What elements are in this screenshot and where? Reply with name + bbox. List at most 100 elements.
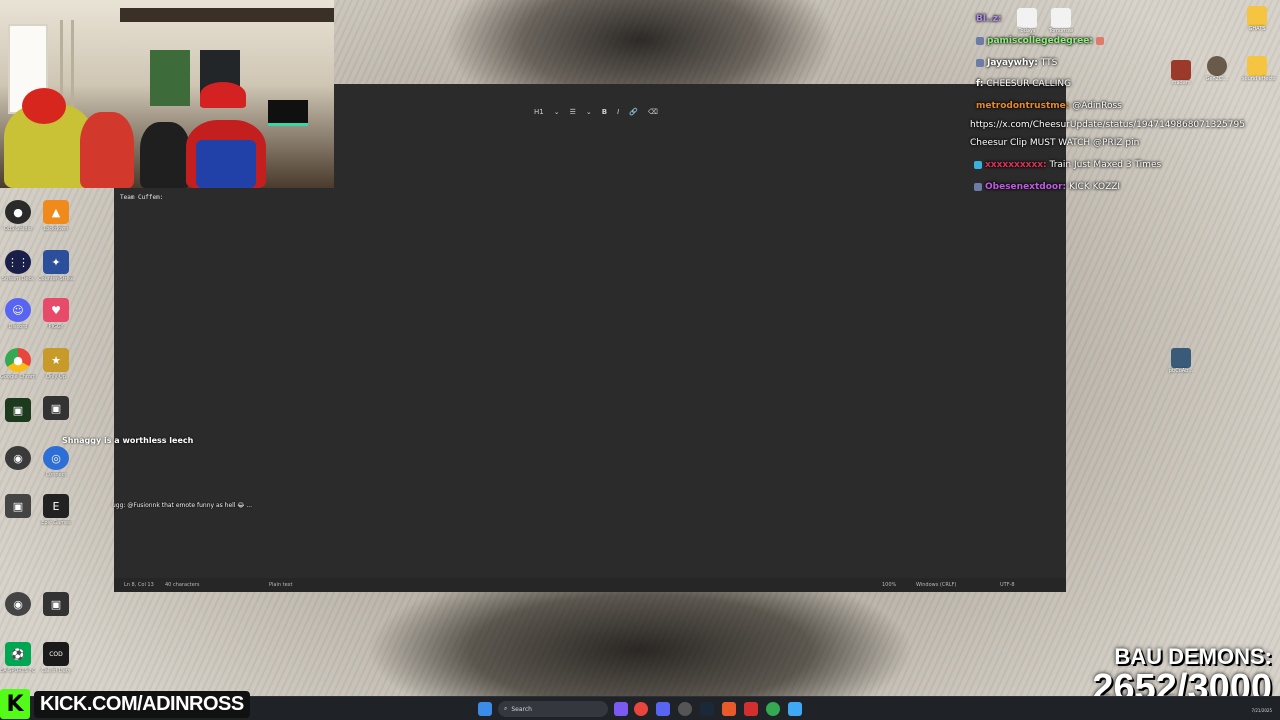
browser-icon[interactable] <box>766 702 780 716</box>
chat-link[interactable]: https://x.com/CheesurUpdate/status/19471… <box>970 120 1245 130</box>
file-icon <box>1051 8 1071 28</box>
chrome-icon: ● <box>5 348 31 372</box>
chevron-down-icon: ⌄ <box>553 108 560 116</box>
desktop-icon-app[interactable]: ◉ <box>0 592 36 616</box>
app-icon: ▣ <box>43 396 69 420</box>
notepad-toolbar: H1 ⌄ ☰ ⌄ B I 🔗 ⌫ <box>334 104 1066 188</box>
desktop-icon-todays[interactable]: Todays <box>1012 8 1042 34</box>
desktop-icon-piggy[interactable]: ♥ PIGGY <box>38 298 74 330</box>
notepad-status-bar: Ln 8, Col 13 40 characters Plain text 10… <box>114 578 1066 592</box>
desktop-icon-tomorrow[interactable]: Tomorrow <box>1046 8 1076 34</box>
desktop-icon-epic[interactable]: E Epic Games <box>38 494 74 526</box>
folder-icon <box>1247 6 1267 26</box>
app-icon[interactable] <box>614 702 628 716</box>
obs-icon: ● <box>5 200 31 224</box>
desktop-icon-obs[interactable]: ● OBS Studio <box>0 200 36 232</box>
chat-message: metrodontrustme: @AdinRoss <box>976 101 1122 111</box>
image-icon <box>1171 60 1191 80</box>
notepad-icon[interactable] <box>788 702 802 716</box>
list-icon[interactable]: ☰ <box>570 108 576 116</box>
italic-button[interactable]: I <box>617 108 619 116</box>
chat-message: pamiscollegedegree: <box>976 34 1107 48</box>
desktop-icon-connect[interactable]: ◎ Connect <box>38 446 74 478</box>
desktop-icon-app[interactable]: ▣ <box>38 592 74 616</box>
chat-badge-icon <box>976 58 984 67</box>
chat-message: Obesenextdoor: KICK KOZZI <box>974 180 1120 194</box>
steam-icon[interactable] <box>700 702 714 716</box>
vlc-icon: ▲ <box>43 200 69 224</box>
desktop-icon-app[interactable]: ◉ <box>0 446 36 470</box>
cs-icon: ✦ <box>43 250 69 274</box>
app-icon: ▣ <box>5 398 31 422</box>
desktop-icon-pbcoab[interactable]: pbCoAb... <box>1166 348 1196 374</box>
chat-message: Jayaywhy: TTS <box>976 56 1057 70</box>
desktop-icon-stream-deck[interactable]: ⋮⋮ Stream Deck <box>0 250 36 282</box>
chrome-icon[interactable] <box>634 702 648 716</box>
webcam-poster <box>150 50 190 106</box>
chevron-down-icon: ⌄ <box>585 108 592 116</box>
file-icon <box>1017 8 1037 28</box>
clear-format-icon[interactable]: ⌫ <box>648 108 658 116</box>
app-icon: ▣ <box>5 494 31 518</box>
chat-message: xxxxxxxxxx: Train Just Maxed 3 Times <box>974 158 1161 172</box>
desktop-icon-gen2cl[interactable]: Gen2Cl... <box>1202 56 1232 82</box>
webcam-tv <box>268 100 308 126</box>
discord-icon[interactable] <box>656 702 670 716</box>
chat-message: Bl..z: <box>976 14 1002 24</box>
editor-text[interactable]: Team Cuffem: <box>120 194 163 201</box>
taskbar-date[interactable]: 7/21/2025 <box>1251 708 1272 713</box>
webcam-shelf <box>120 8 334 22</box>
webcam-person <box>140 122 190 188</box>
grid-icon: ⋮⋮ <box>5 250 31 274</box>
left-chat-line: Shnaggy is a worthless leech <box>62 436 194 445</box>
desktop-icon-discord[interactable]: ☺ Discord <box>0 298 36 330</box>
desktop-icon-fc25[interactable]: ⚽ EA SPORTS FC 25 <box>0 642 36 674</box>
desktop-icon-counter-strike[interactable]: ✦ Counter-Strike <box>38 250 74 282</box>
desktop-icon-app[interactable]: ▣ <box>38 396 74 420</box>
desktop-icon-only-up[interactable]: ★ Only Up <box>38 348 74 380</box>
link-icon[interactable]: 🔗 <box>629 108 638 116</box>
desktop-icon-rnadam[interactable]: rnadam <box>1166 60 1196 86</box>
kick-banner: K KICK.COM/ADINROSS <box>0 688 250 720</box>
epic-icon: E <box>43 494 69 518</box>
webcam-hat <box>22 88 66 124</box>
webcam-overalls <box>196 140 256 188</box>
start-icon[interactable] <box>478 702 492 716</box>
desktop-icon-sound-effects[interactable]: sound effects <box>1242 56 1276 82</box>
cursor-position[interactable]: Ln 8, Col 13 <box>124 582 154 588</box>
webcam-hat <box>200 82 246 108</box>
desktop-icon-chrome[interactable]: ● Google Chrome <box>0 348 36 380</box>
desktop-icon-ghats[interactable]: GHATS <box>1242 6 1272 32</box>
obs-icon[interactable] <box>678 702 692 716</box>
notepad-title-bar[interactable] <box>334 84 1066 104</box>
emote-icon <box>1095 36 1104 45</box>
notepad-editor[interactable]: Team Cuffem: <box>114 188 1066 578</box>
fc-icon: ⚽ <box>5 642 31 666</box>
chat-badge-icon <box>974 182 982 191</box>
zoom-level[interactable]: 100% <box>882 582 896 588</box>
kick-logo-icon: K <box>0 689 30 719</box>
line-endings[interactable]: Windows (CRLF) <box>916 582 956 588</box>
chat-message: Cheesur Clip MUST WATCH @PRIZ pin <box>970 138 1140 148</box>
app-icon[interactable] <box>722 702 736 716</box>
chat-message: https://x.com/CheesurUpdate/status/19471… <box>970 118 1245 132</box>
webcam-overlay <box>0 0 334 188</box>
circle-icon: ◎ <box>43 446 69 470</box>
desktop-icon-app[interactable]: ▣ <box>0 494 36 518</box>
person-icon <box>1207 56 1227 76</box>
pig-icon: ♥ <box>43 298 69 322</box>
app-icon: ◉ <box>5 446 31 470</box>
chat-badge-icon <box>976 36 984 45</box>
webcam-person <box>80 112 134 188</box>
app-icon[interactable] <box>744 702 758 716</box>
desktop-icon-app[interactable]: ▣ <box>0 398 36 422</box>
folder-icon <box>1247 56 1267 76</box>
search-icon: ⌕ <box>504 705 508 712</box>
desktop-icon-cod[interactable]: COD Call of Duty <box>38 642 74 674</box>
desktop-icon-lockdown[interactable]: ▲ Lockdown <box>38 200 74 232</box>
heading-dropdown[interactable]: H1 <box>534 108 544 116</box>
encoding[interactable]: UTF-8 <box>1000 582 1015 588</box>
format-label[interactable]: Plain text <box>269 582 292 588</box>
taskbar-search[interactable]: ⌕ Search <box>498 701 608 717</box>
bold-button[interactable]: B <box>602 108 607 116</box>
